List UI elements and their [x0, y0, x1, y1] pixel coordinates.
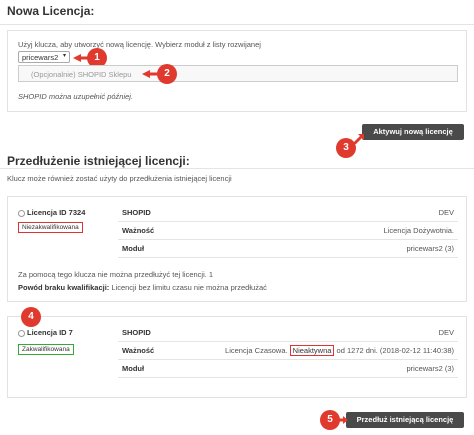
arrow-left-icon — [73, 54, 89, 62]
license-radio[interactable] — [18, 210, 25, 217]
arrow-left-icon — [142, 70, 158, 78]
extend-license-description: Klucz może również zostać użyty do przed… — [7, 174, 232, 183]
table-row: Ważność Licencja Czasowa. Nieaktywna od … — [118, 342, 458, 360]
arrow-up-right-icon — [352, 134, 364, 144]
reason-label: Powód braku kwalifikacji: — [18, 283, 110, 292]
chevron-down-icon: ▾ — [62, 53, 66, 59]
license-radio[interactable] — [18, 330, 25, 337]
extend-license-heading: Przedłużenie istniejącej licencji: — [7, 154, 190, 168]
license-note: Za pomocą tego klucza nie można przedłuż… — [18, 270, 214, 279]
validity-prefix: Licencja Czasowa. — [225, 346, 288, 355]
reason-text: Licencji bez limitu czasu nie można prze… — [111, 283, 267, 292]
license-id: Licencja ID 7 — [27, 328, 73, 337]
row-key: Moduł — [122, 244, 145, 253]
marker-5: 5 — [320, 410, 340, 430]
marker-4: 4 — [21, 307, 41, 327]
new-license-instruction: Użyj klucza, aby utworzyć nową licencję.… — [18, 40, 261, 49]
license-reason: Powód braku kwalifikacji: Licencji bez l… — [18, 283, 267, 292]
table-row: Ważność Licencja Dożywotnia. — [118, 222, 458, 240]
row-value: DEV — [438, 328, 454, 337]
extend-license-button[interactable]: Przedłuż istniejącą licencję — [346, 412, 464, 428]
row-value: pricewars2 (3) — [406, 364, 454, 373]
table-row: SHOPID DEV — [118, 204, 458, 222]
table-row: Moduł pricewars2 (3) — [118, 240, 458, 258]
shopid-placeholder: (Opcjonalnie) SHOPID Sklepu — [31, 70, 132, 79]
arrow-right-icon — [338, 416, 348, 424]
row-key: Ważność — [122, 346, 155, 355]
divider — [0, 168, 474, 169]
row-key: Moduł — [122, 364, 145, 373]
status-badge: Zakwalifikowana — [18, 344, 74, 355]
module-select-value: pricewars2 — [22, 53, 59, 62]
new-license-heading: Nowa Licencja: — [7, 4, 95, 18]
table-row: Moduł pricewars2 (3) — [118, 360, 458, 378]
marker-2: 2 — [157, 64, 177, 84]
shopid-note: SHOPID można uzupełnić później. — [18, 92, 134, 101]
table-row: SHOPID DEV — [118, 324, 458, 342]
row-value: Licencja Dożywotnia. — [383, 226, 454, 235]
row-value: Licencja Czasowa. Nieaktywna od 1272 dni… — [225, 345, 454, 356]
row-value: pricewars2 (3) — [406, 244, 454, 253]
validity-suffix: od 1272 dni. (2018-02-12 11:40:38) — [336, 346, 454, 355]
row-value: DEV — [438, 208, 454, 217]
shopid-input[interactable]: (Opcjonalnie) SHOPID Sklepu — [18, 65, 458, 82]
row-key: SHOPID — [122, 328, 151, 337]
inactive-badge: Nieaktywna — [289, 345, 335, 356]
row-key: SHOPID — [122, 208, 151, 217]
row-key: Ważność — [122, 226, 155, 235]
activate-license-button[interactable]: Aktywuj nową licencję — [362, 124, 464, 140]
status-badge: Niezakwalifikowana — [18, 222, 83, 233]
divider — [0, 24, 474, 25]
module-select[interactable]: pricewars2 ▾ — [18, 51, 70, 63]
license-id: Licencja ID 7324 — [27, 208, 86, 217]
